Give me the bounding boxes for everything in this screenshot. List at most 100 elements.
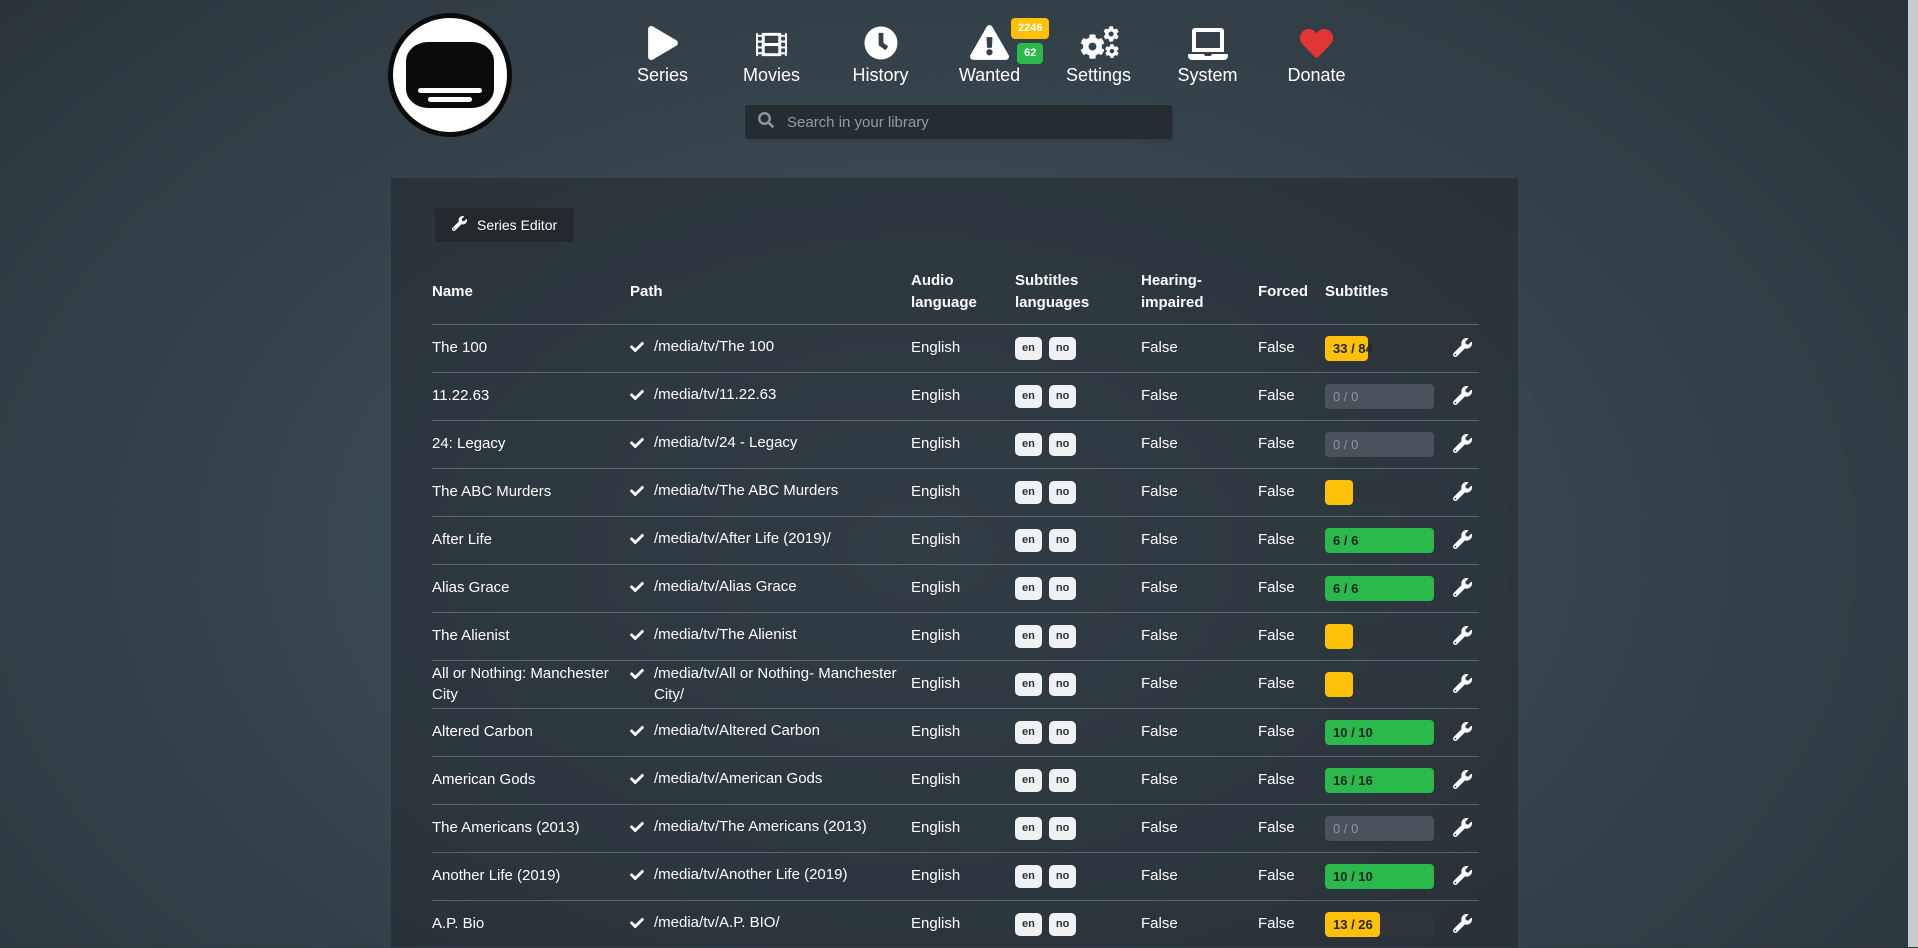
series-editor-button[interactable]: Series Editor — [435, 208, 574, 242]
nav-item-settings[interactable]: Settings — [1044, 16, 1153, 86]
language-badge-no: no — [1049, 769, 1076, 792]
path-exists-check-icon — [630, 772, 644, 792]
forced-value: False — [1258, 530, 1317, 550]
audio-language: English — [911, 818, 1007, 838]
edit-series-button[interactable] — [1451, 384, 1474, 410]
series-path: /media/tv/A.P. BIO/ — [630, 913, 903, 936]
audio-language: English — [911, 530, 1007, 550]
nav-item-system[interactable]: System — [1153, 16, 1262, 86]
forced-value: False — [1258, 722, 1317, 742]
path-text: /media/tv/Another Life (2019) — [654, 865, 847, 885]
subtitles-languages: enno — [1015, 817, 1133, 840]
subtitles-progress-cell: 16 / 16 — [1325, 768, 1434, 793]
film-icon — [753, 16, 790, 60]
nav-label-movies: Movies — [743, 65, 800, 86]
row-actions — [1442, 864, 1479, 890]
column-header-hearing-impaired: Hearing-impaired — [1141, 270, 1250, 314]
audio-language: English — [911, 770, 1007, 790]
wrench-icon — [1453, 434, 1472, 456]
subtitles-progress-cell: 0 / 0 — [1325, 384, 1434, 409]
forced-value: False — [1258, 866, 1317, 886]
nav-item-donate[interactable]: Donate — [1262, 16, 1371, 86]
forced-value: False — [1258, 626, 1317, 646]
series-row: After Life/media/tv/After Life (2019)/En… — [432, 516, 1479, 564]
edit-series-button[interactable] — [1451, 336, 1474, 362]
edit-series-button[interactable] — [1451, 672, 1474, 698]
progress-label: 6 / 6 — [1333, 528, 1358, 553]
progress-fill — [1325, 672, 1353, 697]
nav-item-history[interactable]: History — [826, 16, 935, 86]
audio-language: English — [911, 482, 1007, 502]
path-text: /media/tv/The ABC Murders — [654, 481, 838, 501]
edit-series-button[interactable] — [1451, 528, 1474, 554]
edit-series-button[interactable] — [1451, 768, 1474, 794]
forced-value: False — [1258, 674, 1317, 694]
table-header-row: NamePathAudio languageSubtitles language… — [432, 260, 1479, 324]
language-badge-en: en — [1015, 577, 1042, 600]
bazarr-logo[interactable] — [388, 13, 512, 137]
forced-value: False — [1258, 338, 1317, 358]
subtitles-progress-bar: 6 / 6 — [1325, 576, 1434, 601]
subtitles-progress-bar: 0 / 0 — [1325, 432, 1434, 457]
subtitles-languages: enno — [1015, 337, 1133, 360]
subtitles-languages: enno — [1015, 577, 1133, 600]
progress-label: 33 / 84 — [1333, 336, 1373, 361]
audio-language: English — [911, 434, 1007, 454]
forced-value: False — [1258, 434, 1317, 454]
hearing-impaired-value: False — [1141, 674, 1250, 694]
page-scrollbar[interactable] — [1908, 0, 1918, 947]
progress-label: 6 / 6 — [1333, 576, 1358, 601]
edit-series-button[interactable] — [1451, 480, 1474, 506]
path-text: /media/tv/The Americans (2013) — [654, 817, 867, 837]
edit-series-button[interactable] — [1451, 816, 1474, 842]
series-name: The 100 — [432, 338, 622, 358]
search-input[interactable] — [785, 113, 1159, 132]
count-badge-warning: 2246 — [1011, 18, 1049, 39]
edit-series-button[interactable] — [1451, 912, 1474, 938]
count-badge-success: 62 — [1017, 43, 1043, 64]
language-badge-no: no — [1049, 625, 1076, 648]
path-text: /media/tv/11.22.63 — [654, 385, 776, 405]
nav-item-series[interactable]: Series — [608, 16, 717, 86]
series-row: Another Life (2019) /media/tv/Another Lif… — [432, 852, 1479, 900]
subtitles-languages: enno — [1015, 385, 1133, 408]
series-row: 11.22.63/media/tv/11.22.63EnglishennoFal… — [432, 372, 1479, 420]
hearing-impaired-value: False — [1141, 722, 1250, 742]
series-path: /media/tv/American Gods — [630, 769, 903, 792]
edit-series-button[interactable] — [1451, 624, 1474, 650]
subtitles-progress-cell: 13 / 26 — [1325, 912, 1434, 937]
path-exists-check-icon — [630, 820, 644, 840]
series-row: Alias Grace/media/tv/Alias GraceEnglishe… — [432, 564, 1479, 612]
series-name: The Americans (2013) — [432, 818, 622, 838]
language-badge-no: no — [1049, 817, 1076, 840]
column-header-subtitles-languages: Subtitles languages — [1015, 270, 1133, 314]
row-actions — [1442, 528, 1479, 554]
wrench-icon — [452, 216, 467, 234]
main-nav: Series Movies HistoryWanted224662SettingsS… — [608, 16, 1371, 86]
audio-language: English — [911, 722, 1007, 742]
gears-icon — [1077, 16, 1120, 60]
audio-language: English — [911, 578, 1007, 598]
progress-label: 0 / 0 — [1333, 432, 1358, 457]
hearing-impaired-value: False — [1141, 482, 1250, 502]
path-exists-check-icon — [630, 580, 644, 600]
row-actions — [1442, 480, 1479, 506]
subtitles-languages: enno — [1015, 769, 1133, 792]
nav-item-movies[interactable]: Movies — [717, 16, 826, 86]
edit-series-button[interactable] — [1451, 720, 1474, 746]
edit-series-button[interactable] — [1451, 576, 1474, 602]
heart-icon — [1298, 16, 1335, 60]
series-name: Another Life (2019) — [432, 866, 622, 886]
wrench-icon — [1453, 818, 1472, 840]
nav-item-wanted[interactable]: Wanted224662 — [935, 16, 1044, 86]
edit-series-button[interactable] — [1451, 864, 1474, 890]
edit-series-button[interactable] — [1451, 432, 1474, 458]
series-name: The Alienist — [432, 626, 622, 646]
series-name: After Life — [432, 530, 622, 550]
language-badge-en: en — [1015, 433, 1042, 456]
search-icon — [758, 112, 774, 133]
logo-subtitle-line — [418, 88, 482, 93]
row-actions — [1442, 912, 1479, 938]
row-actions — [1442, 816, 1479, 842]
series-path: /media/tv/The ABC Murders — [630, 481, 903, 504]
